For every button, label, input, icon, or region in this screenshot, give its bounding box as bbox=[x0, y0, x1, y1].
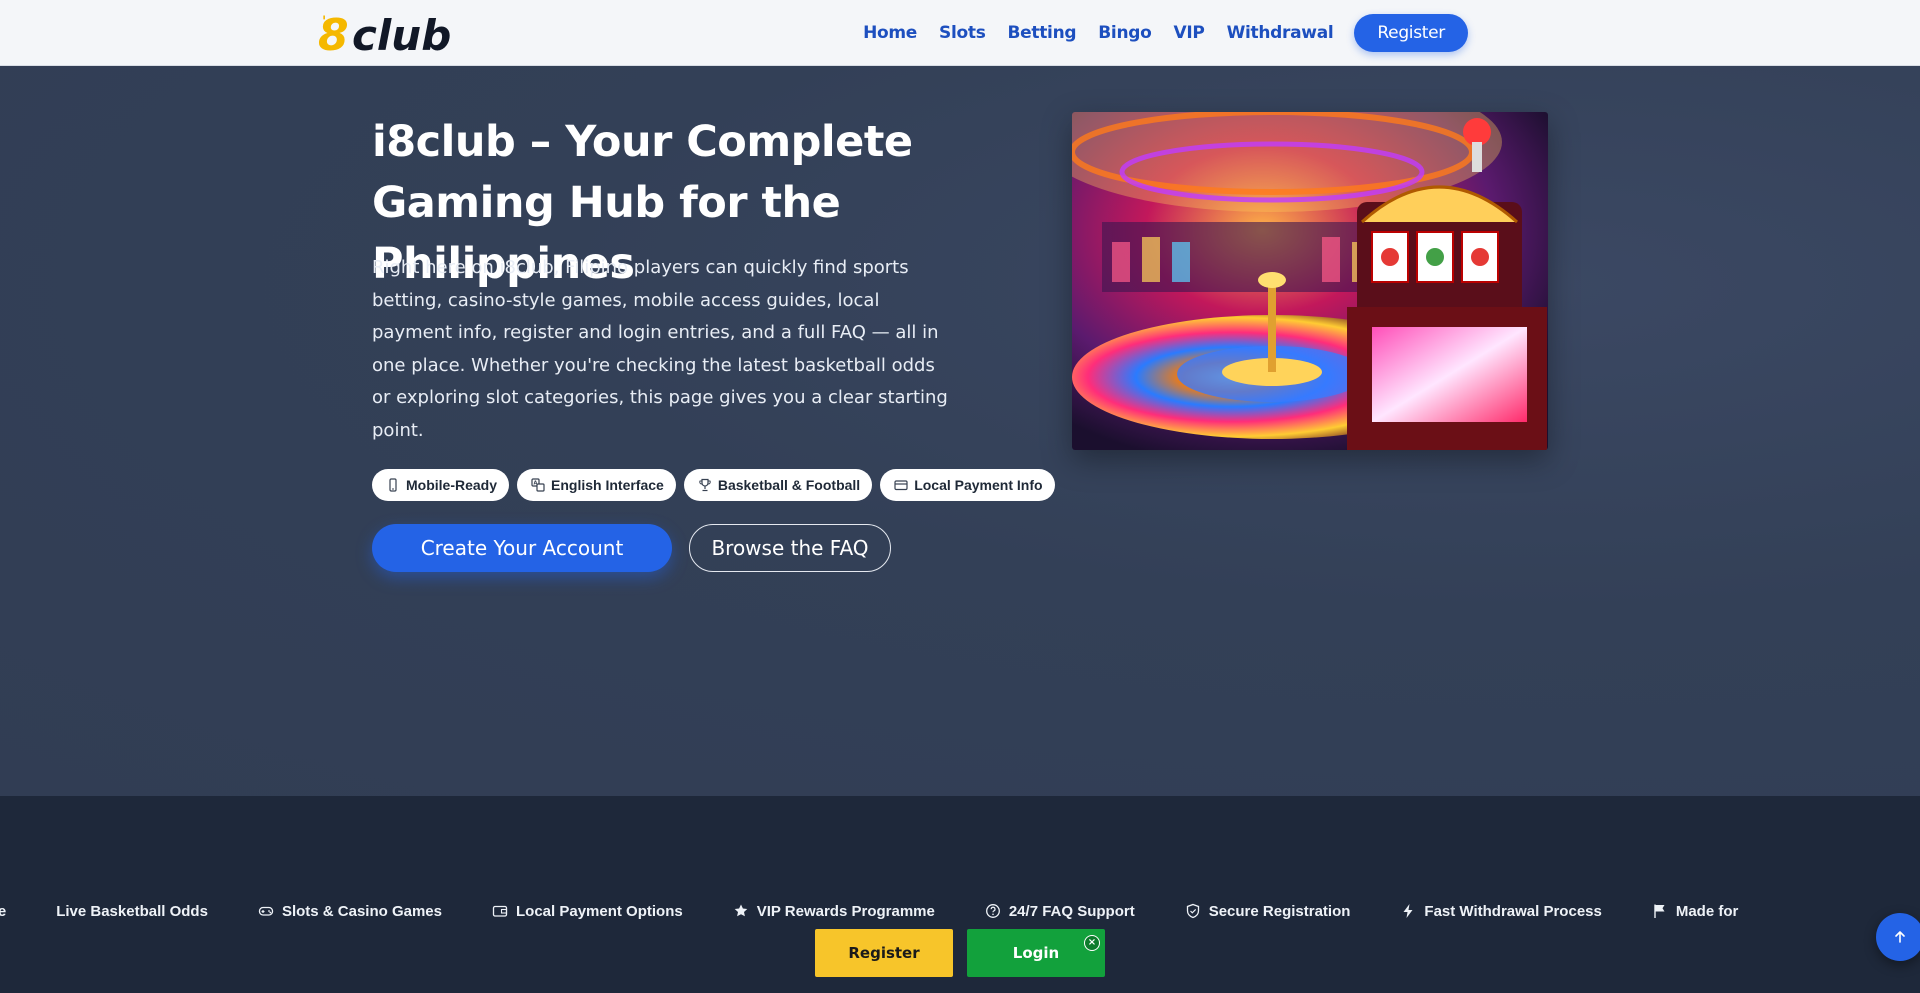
chip-label: English Interface bbox=[551, 477, 664, 493]
chip-label: Local Payment Info bbox=[914, 477, 1043, 493]
ticker-label: ence bbox=[0, 902, 7, 920]
chip-label: Mobile-Ready bbox=[406, 477, 498, 493]
ticker-item: Fast Withdrawal Process bbox=[1400, 902, 1602, 920]
site-logo[interactable]: 8 ' club bbox=[318, 12, 490, 56]
chip-label: Basketball & Football bbox=[717, 477, 861, 493]
chip-english-interface: A English Interface bbox=[517, 469, 676, 501]
nav-home[interactable]: Home bbox=[863, 23, 917, 43]
flag-icon bbox=[1654, 904, 1665, 918]
feature-ticker: ence Live Basketball Odds Slots & Casino… bbox=[0, 899, 1743, 923]
main-nav: Home Slots Betting Bingo VIP Withdrawal … bbox=[863, 14, 1468, 52]
create-account-button[interactable]: Create Your Account bbox=[372, 524, 672, 572]
close-icon[interactable]: × bbox=[1084, 935, 1100, 951]
ticker-item: Secure Registration bbox=[1185, 902, 1351, 920]
star-icon bbox=[734, 904, 748, 917]
back-to-top-button[interactable] bbox=[1876, 913, 1920, 961]
sticky-login-label: Login bbox=[1012, 944, 1060, 962]
ticker-label: Made for Fi bbox=[1675, 902, 1743, 920]
ticker-item: VIP Rewards Programme bbox=[733, 903, 935, 920]
nav-withdrawal[interactable]: Withdrawal bbox=[1227, 23, 1334, 43]
ticker-label: Fast Withdrawal Process bbox=[1424, 902, 1602, 920]
ticker-item: ence bbox=[0, 903, 6, 920]
nav-bingo[interactable]: Bingo bbox=[1098, 23, 1152, 43]
header-register-button[interactable]: Register bbox=[1354, 14, 1468, 52]
ticker-item: Slots & Casino Games bbox=[258, 903, 442, 920]
ticker-label: VIP Rewards Programme bbox=[756, 902, 935, 920]
ticker-label: Slots & Casino Games bbox=[281, 902, 442, 920]
nav-betting[interactable]: Betting bbox=[1008, 23, 1077, 43]
browse-faq-button[interactable]: Browse the FAQ bbox=[689, 524, 891, 572]
shield-icon bbox=[1186, 903, 1199, 919]
svg-text:club: club bbox=[352, 12, 451, 56]
svg-text:': ' bbox=[322, 14, 326, 30]
chip-local-payment-info: Local Payment Info bbox=[880, 469, 1055, 501]
ticker-label: Live Basketball Odds bbox=[56, 902, 208, 920]
sticky-register-button[interactable]: Register bbox=[815, 929, 953, 977]
feature-chips: Mobile-Ready A English Interface Basketb… bbox=[372, 469, 1055, 501]
language-icon: A bbox=[531, 478, 545, 492]
hero-casino-image bbox=[1072, 112, 1548, 450]
ticker-item: Made for Fi bbox=[1652, 903, 1743, 920]
nav-vip[interactable]: VIP bbox=[1174, 23, 1205, 43]
logo-graphic: 8 ' club bbox=[318, 12, 451, 56]
svg-text:A: A bbox=[534, 481, 538, 487]
site-header: 8 ' club Home Slots Betting Bingo VIP Wi… bbox=[0, 0, 1920, 66]
wallet-icon bbox=[492, 905, 508, 917]
sticky-login-button[interactable]: Login × bbox=[967, 929, 1105, 977]
help-icon bbox=[985, 904, 1000, 918]
bolt-icon bbox=[1403, 904, 1413, 918]
chip-mobile-ready: Mobile-Ready bbox=[372, 469, 510, 501]
card-icon bbox=[894, 480, 908, 491]
trophy-icon bbox=[699, 478, 711, 492]
ticker-label: 24/7 FAQ Support bbox=[1008, 902, 1135, 920]
ticker-item: Local Payment Options bbox=[492, 903, 683, 920]
hero-section: i8club – Your Complete Gaming Hub for th… bbox=[0, 66, 1920, 796]
arrow-up-icon bbox=[1895, 931, 1905, 943]
phone-icon bbox=[389, 478, 397, 492]
hero-cta-row: Create Your Account Browse the FAQ bbox=[372, 524, 891, 572]
hero-description: Right here on i8club, Filipino players c… bbox=[372, 257, 948, 441]
ticker-item: 24/7 FAQ Support bbox=[985, 903, 1135, 920]
nav-slots[interactable]: Slots bbox=[939, 23, 986, 43]
casino-illustration bbox=[1072, 112, 1548, 450]
chip-basketball-football: Basketball & Football bbox=[683, 469, 873, 501]
ticker-label: Local Payment Options bbox=[516, 902, 683, 920]
ticker-label: Secure Registration bbox=[1208, 902, 1351, 920]
gamepad-icon bbox=[258, 906, 274, 916]
ticker-item: Live Basketball Odds bbox=[56, 903, 208, 920]
